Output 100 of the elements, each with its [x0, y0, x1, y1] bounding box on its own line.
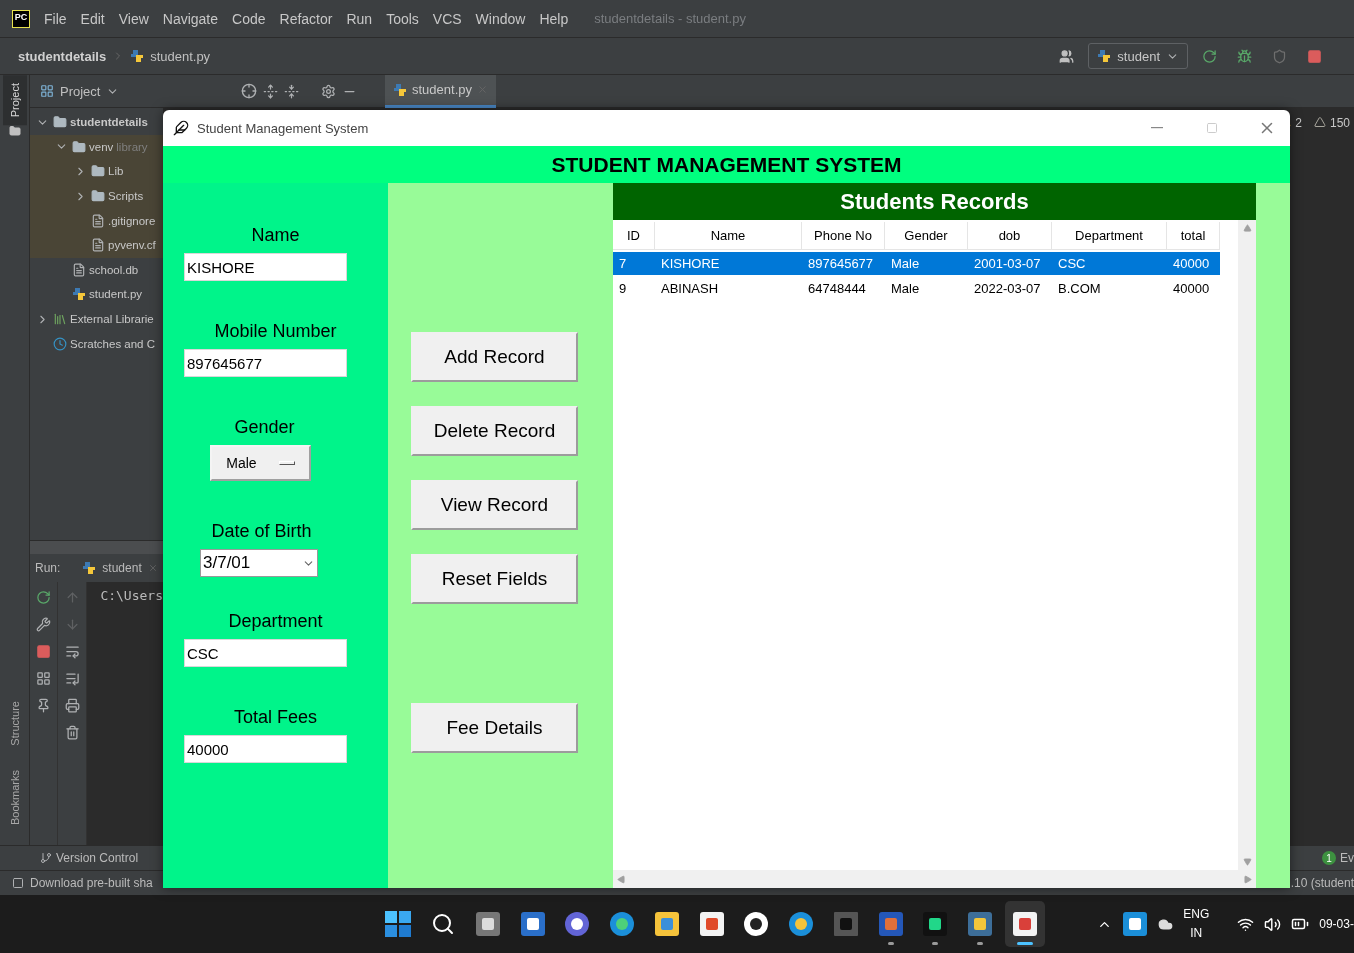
- taskbar-app[interactable]: [1004, 901, 1046, 947]
- field-label: Name: [251, 225, 300, 246]
- column-header[interactable]: Department: [1052, 222, 1167, 250]
- menu-item[interactable]: Navigate: [162, 10, 219, 27]
- action-button[interactable]: Reset Fields: [411, 554, 578, 604]
- table-row[interactable]: 9 ABINASH 64748444 Male 2022-03-07 B.COM 40000: [613, 277, 1220, 300]
- action-button[interactable]: View Record: [411, 480, 578, 530]
- menu-item[interactable]: Run: [346, 10, 373, 27]
- library-icon: [53, 312, 67, 327]
- scroll-to-end-icon[interactable]: [64, 671, 80, 686]
- tree-item[interactable]: venv: [89, 140, 114, 153]
- column-header[interactable]: Phone No: [802, 222, 885, 250]
- region-indicator[interactable]: IN: [1190, 924, 1203, 943]
- interpreter-status[interactable]: .10 (student: [1290, 876, 1354, 890]
- menu-item[interactable]: Tools: [386, 10, 419, 27]
- action-button[interactable]: Add Record: [411, 332, 578, 382]
- side-tab[interactable]: Project: [2, 75, 27, 126]
- tree-item[interactable]: student.py: [89, 288, 143, 301]
- warning-count[interactable]: 2: [1295, 116, 1302, 130]
- table-cell: 64748444: [808, 281, 866, 296]
- file-icon: [72, 262, 86, 277]
- debug-icon[interactable]: [1237, 48, 1252, 64]
- tree-item[interactable]: Scratches and C: [70, 337, 155, 350]
- menu-item[interactable]: Edit: [80, 10, 105, 27]
- expand-all-icon[interactable]: [263, 83, 279, 99]
- date-text[interactable]: 09-03-: [1319, 917, 1354, 931]
- layout-icon[interactable]: [35, 671, 51, 686]
- gender-dropdown[interactable]: Male: [210, 445, 311, 481]
- fee-details-button[interactable]: Fee Details: [411, 703, 578, 753]
- tree-item[interactable]: pyvenv.cf: [108, 239, 156, 252]
- settings-icon[interactable]: [321, 83, 337, 99]
- panel-title[interactable]: Project: [60, 83, 101, 99]
- side-tab[interactable]: Structure: [2, 693, 27, 754]
- run-config-dropdown[interactable]: student: [1088, 43, 1188, 69]
- volume-icon[interactable]: [1264, 915, 1282, 933]
- field-label: Department: [228, 611, 323, 632]
- minimize-icon: [1150, 127, 1163, 129]
- event-log-tab[interactable]: Ev: [1340, 851, 1354, 865]
- version-control-tab[interactable]: Version Control: [56, 851, 139, 865]
- wrench-icon[interactable]: [35, 617, 51, 632]
- editor-tab[interactable]: student.py: [385, 74, 496, 108]
- windows-logo-icon[interactable]: [385, 911, 412, 937]
- console-output: C:\Users: [100, 588, 163, 603]
- table-cell: 9: [619, 281, 627, 296]
- cloud-icon[interactable]: [1158, 916, 1174, 932]
- locate-icon[interactable]: [241, 83, 258, 99]
- menu-item[interactable]: Window: [475, 10, 526, 27]
- tree-item[interactable]: Scripts: [108, 190, 144, 203]
- rerun-icon[interactable]: [35, 590, 51, 605]
- weak-warning-count[interactable]: 150: [1329, 116, 1350, 130]
- input-field[interactable]: 897645677: [184, 349, 347, 377]
- column-header[interactable]: Gender: [885, 222, 968, 250]
- tree-item[interactable]: school.db: [89, 263, 139, 276]
- scratch-icon: [53, 336, 67, 351]
- table-cell: KISHORE: [661, 256, 720, 271]
- run-tab[interactable]: student: [102, 561, 142, 575]
- column-header[interactable]: total: [1167, 222, 1220, 250]
- tree-item[interactable]: Lib: [108, 165, 124, 178]
- python-icon: [82, 561, 97, 575]
- input-field[interactable]: 40000: [184, 735, 347, 763]
- input-field[interactable]: CSC: [184, 639, 347, 667]
- status-message: Download pre-built sha: [30, 876, 153, 890]
- event-count-badge[interactable]: 1: [1322, 851, 1336, 865]
- date-field[interactable]: 3/7/01: [200, 549, 318, 577]
- tree-item[interactable]: External Librarie: [70, 313, 154, 326]
- table-cell: Male: [891, 281, 920, 296]
- tree-item[interactable]: .gitignore: [108, 214, 156, 227]
- stop-icon[interactable]: [35, 644, 51, 659]
- menu-item[interactable]: Help: [539, 10, 569, 27]
- trash-icon[interactable]: [64, 725, 80, 740]
- stop-icon[interactable]: [1307, 48, 1322, 64]
- language-indicator[interactable]: ENG: [1183, 905, 1210, 924]
- column-header[interactable]: dob: [968, 222, 1052, 250]
- breadcrumb-item[interactable]: student.py: [150, 48, 211, 64]
- action-button[interactable]: Delete Record: [411, 406, 578, 456]
- menu-item[interactable]: File: [44, 10, 67, 27]
- maximize-icon: [1205, 122, 1218, 134]
- column-header[interactable]: Name: [655, 222, 802, 250]
- table-cell: 2022-03-07: [974, 281, 1041, 296]
- python-icon: [393, 82, 407, 97]
- user-icon[interactable]: [1059, 48, 1075, 64]
- print-icon[interactable]: [64, 698, 80, 713]
- menu-item[interactable]: View: [118, 10, 149, 27]
- side-tab[interactable]: Bookmarks: [2, 761, 27, 833]
- menu-item[interactable]: Code: [232, 10, 266, 27]
- input-field[interactable]: KISHORE: [184, 253, 347, 281]
- rerun-icon[interactable]: [1202, 48, 1217, 64]
- file-icon: [91, 238, 105, 253]
- table-cell: 40000: [1173, 281, 1210, 296]
- pin-icon[interactable]: [35, 698, 51, 713]
- table-row[interactable]: 7 KISHORE 897645677 Male 2001-03-07 CSC 40000: [613, 252, 1220, 275]
- tree-item[interactable]: studentdetails: [70, 116, 148, 129]
- breadcrumb-item[interactable]: studentdetails: [18, 48, 107, 64]
- horizontal-scrollbar[interactable]: [30, 540, 163, 554]
- search-icon[interactable]: [431, 912, 456, 936]
- collapse-all-icon[interactable]: [284, 83, 300, 99]
- soft-wrap-icon[interactable]: [64, 644, 80, 659]
- menu-item[interactable]: VCS: [432, 10, 462, 27]
- column-header[interactable]: ID: [613, 222, 655, 250]
- menu-item[interactable]: Refactor: [279, 10, 333, 27]
